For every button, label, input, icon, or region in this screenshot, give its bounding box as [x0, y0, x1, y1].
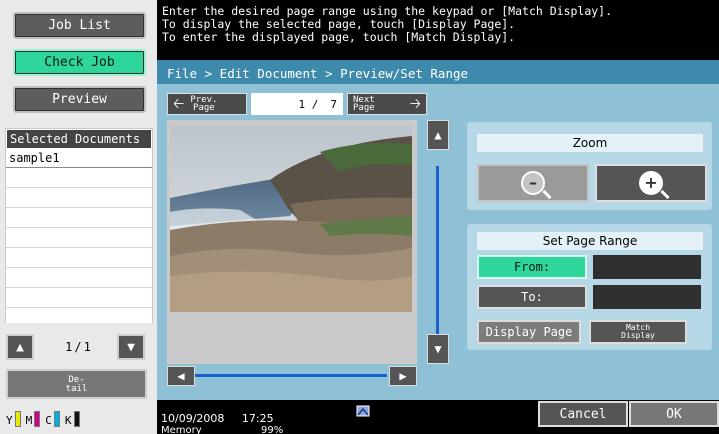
- toner-black: K: [65, 411, 80, 427]
- time-text: 17:25: [241, 412, 274, 425]
- next-page-button[interactable]: Next Page 🡢: [347, 93, 427, 115]
- selected-documents-header: Selected Documents: [6, 129, 152, 149]
- toner-bar: [73, 411, 80, 427]
- preview-frame: [167, 120, 417, 364]
- display-page-button[interactable]: Display Page: [477, 320, 581, 344]
- zoom-out-button[interactable]: –: [477, 164, 589, 202]
- prev-page-label: Prev. Page: [190, 96, 217, 113]
- page-current: 1 /: [298, 97, 319, 111]
- list-page-total: 1: [83, 340, 91, 354]
- next-page-label-2: Page: [353, 103, 375, 113]
- vertical-scroll-track[interactable]: [436, 166, 439, 334]
- toner-bar: [34, 411, 41, 427]
- toner-bar: [14, 411, 21, 427]
- up-arrow-icon: ▲: [16, 339, 24, 355]
- list-item[interactable]: sample1: [6, 149, 152, 168]
- zoom-title: Zoom: [477, 134, 703, 152]
- match-display-line2: Display: [621, 331, 655, 340]
- down-arrow-icon: ▼: [434, 342, 442, 356]
- zoom-group: Zoom – +: [467, 122, 712, 210]
- memory-value: 99%: [261, 425, 284, 434]
- to-field-input[interactable]: [593, 285, 701, 309]
- horizontal-scroll-track[interactable]: [195, 374, 387, 377]
- network-status-icon: [356, 405, 370, 417]
- set-page-range-group: Set Page Range From: To: Display Page Ma…: [467, 224, 712, 350]
- cancel-button[interactable]: Cancel: [538, 401, 628, 427]
- ok-button[interactable]: OK: [629, 401, 719, 427]
- zoom-out-icon: –: [521, 171, 545, 195]
- next-page-label: Next Page: [353, 96, 375, 113]
- memory-label: Memory: [161, 425, 202, 434]
- list-up-button[interactable]: ▲: [6, 334, 34, 360]
- zoom-in-icon: +: [639, 171, 663, 195]
- left-arrow-icon: 🡠: [173, 96, 185, 112]
- job-list-button[interactable]: Job List: [13, 12, 146, 39]
- list-empty-area: [6, 168, 152, 323]
- list-page-current: 1: [65, 340, 73, 354]
- date-time: 10/09/2008 17:25: [161, 412, 274, 425]
- from-field-input[interactable]: [593, 255, 701, 279]
- toner-magenta: M: [26, 411, 41, 427]
- toner-levels: Y M C K: [0, 404, 157, 434]
- left-arrow-icon: ◀: [177, 369, 185, 383]
- date-text: 10/09/2008: [161, 412, 225, 425]
- left-panel: Job List Check Job Preview Selected Docu…: [0, 0, 157, 434]
- preview-button[interactable]: Preview: [13, 86, 146, 113]
- zoom-in-button[interactable]: +: [595, 164, 707, 202]
- prev-page-button[interactable]: 🡠 Prev. Page: [167, 93, 247, 115]
- message-line-3: To enter the displayed page, touch [Matc…: [162, 30, 516, 44]
- horizontal-scrollbar[interactable]: ◀ ▶: [167, 366, 417, 388]
- instruction-message: Enter the desired page range using the k…: [160, 0, 719, 58]
- status-bar: 10/09/2008 17:25 Memory 99% Cancel OK: [157, 400, 719, 434]
- detail-label-line2: tail: [65, 384, 88, 394]
- right-arrow-icon: 🡢: [409, 96, 421, 112]
- toner-yellow: Y: [6, 411, 21, 427]
- coastal-photo-image: [170, 126, 412, 312]
- toner-label: K: [64, 414, 72, 427]
- down-arrow-icon: ▼: [127, 339, 135, 355]
- check-job-button[interactable]: Check Job: [13, 49, 146, 76]
- from-field-label[interactable]: From:: [477, 255, 587, 279]
- toner-cyan: C: [45, 411, 60, 427]
- toner-label: M: [25, 414, 33, 427]
- toner-bar: [53, 411, 60, 427]
- up-arrow-icon: ▲: [434, 128, 442, 142]
- match-display-button[interactable]: Match Display: [589, 320, 687, 344]
- page-total: 7: [330, 97, 337, 111]
- list-down-button[interactable]: ▼: [117, 334, 145, 360]
- right-arrow-icon: ▶: [399, 369, 407, 383]
- main-panel: File > Edit Document > Preview/Set Range…: [157, 60, 719, 400]
- list-page-separator: /: [74, 340, 82, 354]
- scroll-left-button[interactable]: ◀: [167, 366, 195, 386]
- scroll-up-button[interactable]: ▲: [427, 120, 449, 150]
- toner-label: C: [45, 414, 52, 427]
- selected-documents-list: Selected Documents sample1: [5, 128, 153, 323]
- vertical-scrollbar[interactable]: ▲ ▼: [427, 120, 449, 364]
- set-page-range-title: Set Page Range: [477, 232, 703, 250]
- detail-button[interactable]: De- tail: [6, 369, 147, 399]
- scroll-down-button[interactable]: ▼: [427, 334, 449, 364]
- prev-page-label-2: Page: [193, 103, 215, 113]
- scroll-right-button[interactable]: ▶: [389, 366, 417, 386]
- to-field-label[interactable]: To:: [477, 285, 587, 309]
- toner-label: Y: [6, 414, 13, 427]
- preview-area: 🡠 Prev. Page 1 / 7 Next Page 🡢 ▲ ▼ ◀ ▶ Z…: [157, 84, 719, 400]
- list-page-counter: 1 / 1: [42, 334, 114, 360]
- page-indicator: 1 / 7: [251, 93, 343, 115]
- preview-image: [170, 126, 412, 312]
